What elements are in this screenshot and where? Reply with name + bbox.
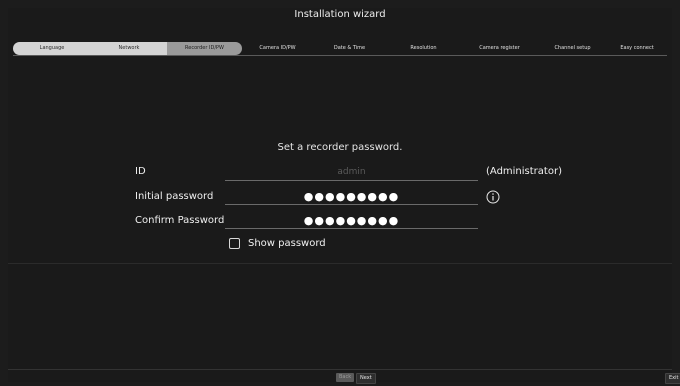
info-icon[interactable]: [486, 190, 500, 204]
confirm-password-label: Confirm Password: [135, 215, 225, 226]
initial-password-input[interactable]: ●●●●●●●●●: [225, 189, 478, 205]
section-divider: [8, 263, 672, 264]
exit-button[interactable]: Exit: [665, 373, 680, 384]
step-easy-connect[interactable]: Easy connect: [607, 42, 667, 55]
step-recorder-id-pw[interactable]: Recorder ID/PW: [167, 42, 242, 55]
step-camera-id-pw[interactable]: Camera ID/PW: [242, 42, 313, 55]
confirm-password-input[interactable]: ●●●●●●●●●: [225, 213, 478, 229]
initial-password-label: Initial password: [135, 191, 214, 202]
back-button[interactable]: Back: [336, 373, 355, 382]
step-language[interactable]: Language: [13, 42, 91, 55]
show-password-label[interactable]: Show password: [248, 238, 326, 249]
next-button[interactable]: Next: [356, 373, 376, 384]
step-date-time[interactable]: Date & Time: [313, 42, 386, 55]
administrator-note: (Administrator): [486, 166, 562, 177]
step-resolution[interactable]: Resolution: [386, 42, 461, 55]
step-camera-register[interactable]: Camera register: [461, 42, 538, 55]
id-field: admin: [225, 165, 478, 181]
show-password-checkbox[interactable]: [229, 238, 240, 249]
wizard-steps: Language Network Recorder ID/PW Camera I…: [13, 42, 667, 56]
id-label: ID: [135, 166, 146, 177]
form-heading: Set a recorder password.: [277, 142, 403, 153]
window-title: Installation wizard: [294, 9, 386, 20]
step-channel-setup[interactable]: Channel setup: [538, 42, 607, 55]
step-network[interactable]: Network: [91, 42, 167, 55]
